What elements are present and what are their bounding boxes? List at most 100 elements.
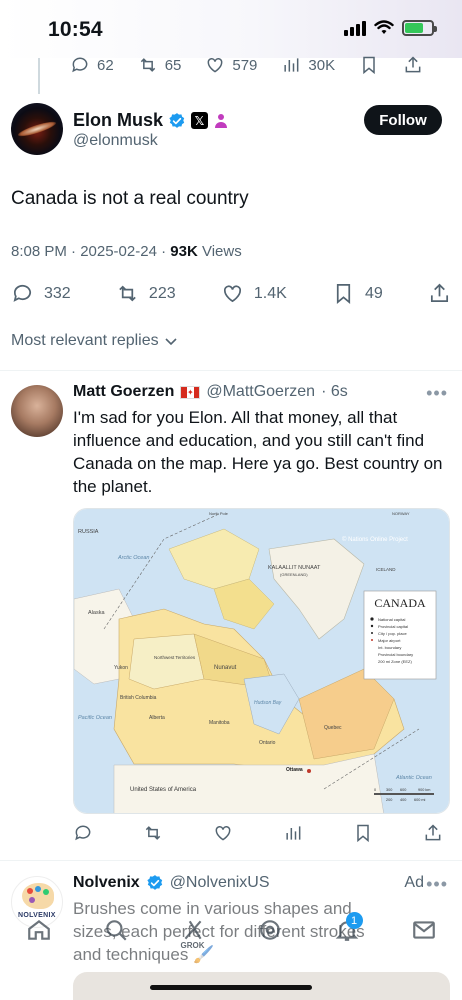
repost-count: 223	[148, 284, 176, 302]
canada-map-image[interactable]: CANADA National capital Provincial capit…	[73, 508, 450, 814]
reply-text: I'm sad for you Elon. All that money, al…	[73, 408, 443, 496]
chevron-down-icon	[165, 338, 177, 346]
reply-button[interactable]: 332	[11, 282, 71, 305]
tweet-timestamp[interactable]: 8:08 PM · 2025-02-24 ·	[11, 243, 170, 260]
like-action[interactable]: 579	[205, 55, 257, 75]
nav-grok[interactable]: GROK	[173, 910, 213, 950]
legend-item: National capital	[378, 617, 405, 622]
reply-icon	[72, 57, 88, 73]
views-action[interactable]: 30K	[281, 55, 335, 75]
reply-handle[interactable]: @MattGoerzen	[206, 383, 315, 401]
more-options-icon[interactable]: •••	[426, 383, 448, 404]
repost-icon[interactable]	[143, 823, 163, 843]
tweet-meta: 8:08 PM · 2025-02-24 · 93K Views	[11, 243, 242, 260]
mail-icon	[412, 921, 435, 939]
divider	[0, 370, 462, 371]
reply-author-avatar[interactable]	[11, 385, 63, 437]
tweet-text: Canada is not a real country	[11, 188, 249, 209]
verified-badge-icon	[169, 112, 185, 128]
search-icon	[105, 920, 127, 941]
share-icon	[430, 283, 449, 303]
reply-sort-dropdown[interactable]: Most relevant replies	[11, 332, 179, 350]
like-count: 579	[232, 56, 258, 74]
map-credit: © Nations Online Project	[342, 536, 408, 543]
more-options-icon[interactable]: •••	[426, 874, 448, 895]
scale-label: 400	[400, 798, 406, 802]
status-icons	[344, 20, 437, 36]
ad-header: Nolvenix @NolvenixUS	[73, 874, 270, 892]
reply-display-name[interactable]: Matt Goerzen	[73, 383, 174, 401]
repost-button[interactable]: 223	[116, 282, 176, 305]
nav-notifications[interactable]: 1	[327, 910, 367, 950]
scale-label: 600	[400, 788, 406, 792]
repost-count: 65	[164, 56, 182, 74]
heart-icon[interactable]	[213, 823, 233, 843]
share-icon	[405, 56, 421, 73]
nav-messages[interactable]	[404, 910, 444, 950]
map-label: Quebec	[324, 725, 342, 731]
author-name-row: Elon Musk 𝕏	[73, 110, 229, 131]
verified-badge-icon	[147, 875, 162, 890]
author-display-name[interactable]: Elon Musk	[73, 110, 163, 131]
legend-item: City / pop. place	[378, 631, 407, 636]
map-title: CANADA	[374, 596, 426, 610]
nav-search[interactable]	[96, 910, 136, 950]
reply-count: 332	[44, 284, 71, 302]
bookmark-action[interactable]	[359, 55, 379, 75]
map-label: Manitoba	[209, 720, 230, 726]
ad-handle[interactable]: @NolvenixUS	[170, 874, 270, 892]
nav-home[interactable]	[19, 910, 59, 950]
nav-communities[interactable]	[250, 910, 290, 950]
bottom-nav: GROK 1	[0, 900, 462, 960]
map-label: Alberta	[149, 715, 165, 721]
dept-badge-icon	[215, 113, 228, 128]
map-label: Pacific Ocean	[78, 715, 112, 721]
follow-button[interactable]: Follow	[364, 105, 442, 135]
author-handle[interactable]: @elonmusk	[73, 132, 158, 150]
share-action[interactable]	[403, 55, 423, 75]
home-indicator	[150, 985, 312, 990]
scale-label: 0	[374, 788, 376, 792]
ad-display-name[interactable]: Nolvenix	[73, 874, 140, 892]
map-label: RUSSIA	[78, 529, 99, 535]
legend-item: Major airport	[378, 638, 401, 643]
views-count: 30K	[308, 56, 336, 74]
scale-label: 200	[386, 798, 392, 802]
map-label: Yukon	[114, 665, 128, 671]
previous-tweet-actions: 62 65 579 30K	[70, 50, 450, 80]
author-avatar[interactable]	[11, 103, 63, 155]
tweet-views-label: Views	[197, 243, 242, 260]
home-icon	[27, 919, 50, 940]
views-icon	[284, 58, 299, 72]
grok-icon	[184, 920, 202, 940]
notification-badge: 1	[345, 912, 363, 929]
bookmark-icon[interactable]	[353, 823, 373, 843]
signal-icon	[344, 20, 366, 36]
repost-icon	[140, 58, 155, 72]
like-button[interactable]: 1.4K	[221, 282, 287, 305]
reply-time: · 6s	[321, 383, 348, 400]
legend-item: Int. boundary	[378, 645, 401, 650]
bookmark-button[interactable]: 49	[332, 282, 383, 305]
repost-icon	[119, 285, 136, 302]
map-label: Alaska	[88, 610, 105, 616]
legend-item: Provincial boundary	[378, 652, 413, 657]
repost-action[interactable]: 65	[138, 55, 182, 75]
tweet-actions: 332 223 1.4K 49	[11, 282, 451, 305]
scale-label: 600 mi	[414, 798, 426, 802]
share-button[interactable]	[428, 282, 451, 305]
legend-item: Provincial capital	[378, 624, 408, 629]
map-label: Nunavut	[214, 665, 237, 671]
grok-label: GROK	[180, 941, 205, 950]
map-graphic: CANADA National capital Provincial capit…	[74, 509, 449, 813]
reply-header: Matt Goerzen ✦ @MattGoerzen · 6s	[73, 383, 348, 401]
sort-label: Most relevant replies	[11, 332, 159, 349]
heart-icon	[223, 285, 241, 303]
reply-action[interactable]: 62	[70, 55, 114, 75]
reply-icon[interactable]	[73, 823, 93, 843]
reply-actions	[73, 823, 443, 843]
views-icon[interactable]	[283, 823, 303, 843]
map-label: Arctic Ocean	[117, 555, 149, 561]
share-icon[interactable]	[423, 823, 443, 843]
map-label: Northwest Territories	[154, 655, 196, 660]
